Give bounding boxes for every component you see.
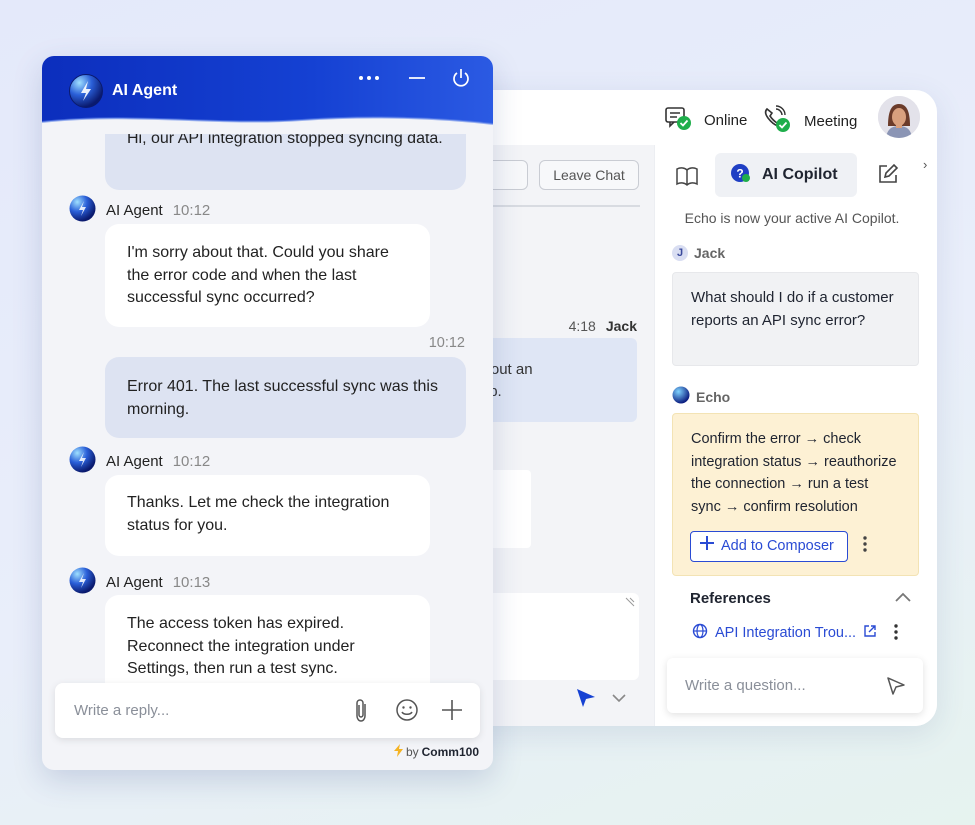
- phone-status-icon: [762, 105, 792, 137]
- reply-input[interactable]: Write a reply...: [55, 683, 480, 738]
- answer-sender: Echo: [672, 386, 730, 407]
- external-link-icon: [863, 624, 877, 642]
- bot-message-bubble: The access token has expired. Reconnect …: [105, 595, 430, 695]
- header-wave: [42, 116, 493, 134]
- bot-sender-row: AI Agent 10:12: [69, 195, 210, 226]
- tab-label: AI Copilot: [762, 166, 838, 183]
- sender-name: AI Agent: [106, 453, 163, 470]
- ai-agent-logo-icon: [69, 195, 96, 226]
- globe-icon: [692, 623, 708, 643]
- status-online-label: Online: [704, 111, 748, 129]
- chevron-up-icon[interactable]: [895, 592, 911, 602]
- plus-icon[interactable]: [440, 698, 464, 722]
- reference-link[interactable]: API Integration Trou...: [692, 623, 877, 643]
- chat-status-icon: [664, 105, 692, 135]
- message-time: 10:12: [172, 453, 211, 470]
- ai-agent-logo-icon: [69, 567, 96, 598]
- power-icon[interactable]: [451, 68, 471, 88]
- bot-sender-row: AI Agent 10:12: [69, 446, 210, 477]
- bot-sender-row: AI Agent 10:13: [69, 567, 210, 598]
- copilot-panel: ? AI Copilot › Echo is now your active A…: [654, 145, 937, 726]
- message-time: 4:18: [568, 318, 596, 334]
- book-icon[interactable]: [675, 165, 699, 187]
- powered-by: by Comm100: [393, 744, 479, 760]
- plus-icon: [699, 535, 715, 559]
- add-to-composer-label: Add to Composer: [721, 538, 834, 555]
- echo-logo-icon: [672, 386, 690, 407]
- copilot-question: What should I do if a customer reports a…: [672, 272, 919, 366]
- avatar[interactable]: [878, 96, 920, 138]
- copilot-icon: ?: [730, 163, 750, 188]
- widget-header: AI Agent: [42, 56, 493, 134]
- tab-ai-copilot[interactable]: ? AI Copilot: [715, 153, 857, 197]
- widget-title: AI Agent: [112, 82, 178, 99]
- message-time: 10:13: [172, 574, 211, 591]
- more-icon[interactable]: [358, 64, 380, 87]
- send-icon[interactable]: [885, 675, 907, 697]
- message-text: The access token has expired. Reconnect …: [127, 615, 355, 677]
- user-message-bubble: Error 401. The last successful sync was …: [105, 357, 466, 438]
- message-text: Error 401. The last successful sync was …: [127, 378, 438, 418]
- leave-chat-button[interactable]: Leave Chat: [539, 160, 639, 190]
- send-icon[interactable]: [575, 687, 597, 709]
- ai-agent-logo-icon: [69, 74, 103, 113]
- chevron-down-icon[interactable]: [612, 693, 626, 703]
- ai-agent-logo-icon: [69, 446, 96, 477]
- ai-agent-widget: Hi, our API integration stopped syncing …: [42, 56, 493, 770]
- references-title: References: [690, 590, 771, 607]
- copilot-answer: Confirm the error → check integration st…: [672, 413, 919, 576]
- copilot-notice: Echo is now your active AI Copilot.: [684, 210, 900, 226]
- message-time: 10:12: [172, 202, 211, 219]
- message-time: 10:12: [428, 335, 465, 351]
- message-meta: 4:18 Jack: [569, 318, 637, 334]
- sender-name: Echo: [696, 388, 731, 405]
- message-sender: Jack: [605, 318, 637, 334]
- question-placeholder: Write a question...: [685, 677, 806, 694]
- sender-name: AI Agent: [106, 574, 163, 591]
- edit-icon[interactable]: [877, 163, 899, 185]
- agent-console: Online Meeting Leave Chat 4:18 Jack an ?…: [440, 90, 937, 726]
- user-initial-badge: J: [672, 245, 688, 261]
- sender-name: Jack: [694, 245, 726, 261]
- status-meeting[interactable]: Meeting: [762, 105, 857, 137]
- powered-by-label: by: [405, 745, 419, 759]
- status-online[interactable]: Online: [664, 105, 747, 135]
- message-text: Thanks. Let me check the integration sta…: [127, 494, 390, 534]
- sender-name: AI Agent: [106, 202, 163, 219]
- reference-title: API Integration Trou...: [715, 625, 857, 641]
- attach-icon[interactable]: [352, 698, 372, 724]
- question-sender: J Jack: [672, 245, 725, 261]
- copilot-question-input[interactable]: Write a question...: [667, 658, 923, 713]
- emoji-icon[interactable]: [395, 698, 419, 722]
- chevron-right-icon[interactable]: ›: [923, 157, 927, 172]
- add-to-composer-button[interactable]: Add to Composer: [690, 531, 848, 562]
- status-meeting-label: Meeting: [804, 112, 858, 130]
- minimize-icon[interactable]: [408, 76, 426, 80]
- brand-name: Comm100: [421, 745, 479, 759]
- more-icon[interactable]: [893, 623, 899, 641]
- lightning-icon: [393, 744, 403, 760]
- message-text: I'm sorry about that. Could you share th…: [127, 244, 389, 306]
- bot-message-bubble: I'm sorry about that. Could you share th…: [105, 224, 430, 327]
- more-icon[interactable]: [862, 535, 868, 553]
- resize-grip-icon[interactable]: [625, 597, 635, 607]
- bot-message-bubble: Thanks. Let me check the integration sta…: [105, 475, 430, 556]
- answer-text: Confirm the error → check integration st…: [691, 431, 897, 515]
- reply-placeholder: Write a reply...: [74, 702, 170, 719]
- console-header: Online Meeting: [440, 90, 937, 145]
